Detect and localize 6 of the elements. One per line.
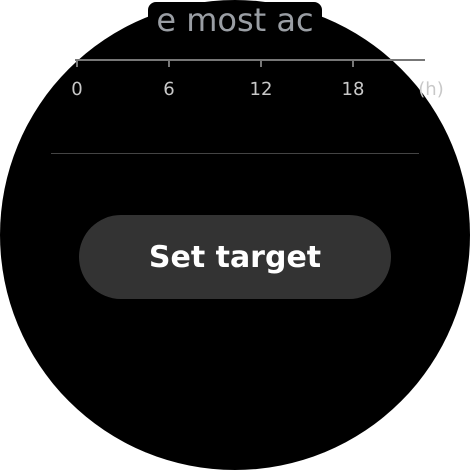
- tick-label: 12: [250, 79, 272, 100]
- tick-label: 18: [342, 79, 364, 100]
- tick-label: 6: [163, 79, 175, 100]
- unit-label: (h): [418, 79, 444, 100]
- tick-label: 0: [71, 79, 83, 100]
- set-target-button[interactable]: Set target: [79, 215, 391, 299]
